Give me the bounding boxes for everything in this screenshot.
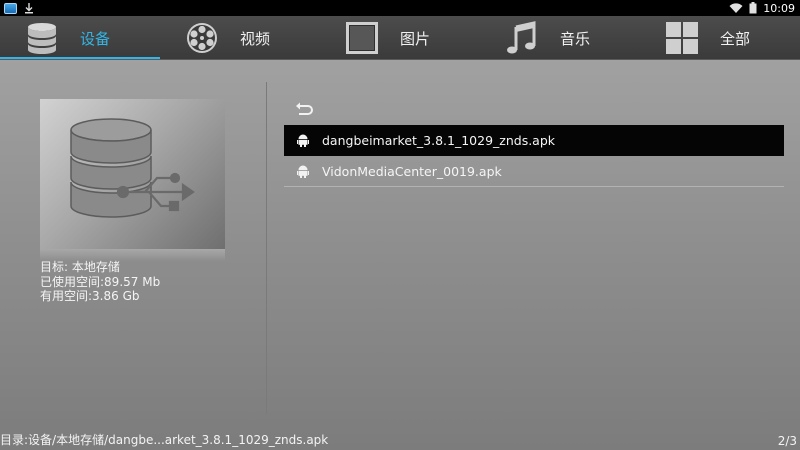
picture-frame-icon bbox=[344, 20, 380, 56]
used-space-label: 已使用空间:89.57 Mb bbox=[40, 274, 161, 289]
tab-pictures[interactable]: 图片 bbox=[320, 16, 480, 60]
tab-device[interactable]: 设备 bbox=[0, 16, 160, 60]
tab-label: 全部 bbox=[720, 29, 751, 48]
page-indicator: 2/3 bbox=[777, 434, 797, 448]
panel-divider bbox=[266, 82, 267, 414]
grid-icon bbox=[664, 20, 700, 56]
target-label: 目标: 本地存储 bbox=[40, 260, 120, 274]
tab-label: 音乐 bbox=[560, 29, 591, 48]
battery-icon bbox=[749, 2, 757, 14]
tab-label: 图片 bbox=[400, 29, 431, 48]
app-icon bbox=[4, 2, 17, 14]
category-tab-bar: 设备 视频 图片 音乐 全部 bbox=[0, 16, 800, 60]
tab-label: 设备 bbox=[80, 29, 111, 48]
status-bar: 10:09 bbox=[0, 0, 800, 16]
wifi-icon bbox=[729, 2, 743, 13]
back-arrow-icon[interactable] bbox=[295, 101, 315, 117]
download-icon bbox=[25, 2, 33, 13]
android-icon bbox=[297, 133, 309, 147]
tab-music[interactable]: 音乐 bbox=[480, 16, 640, 60]
tab-label: 视频 bbox=[240, 29, 271, 48]
file-name: VidonMediaCenter_0019.apk bbox=[322, 163, 502, 179]
usb-storage-icon bbox=[69, 118, 195, 218]
free-space-label: 有用空间:3.86 Gb bbox=[40, 289, 140, 303]
clock-time: 10:09 bbox=[763, 1, 795, 15]
device-tile bbox=[40, 99, 225, 249]
file-list: dangbeimarket_3.8.1_1029_znds.apk VidonM… bbox=[284, 125, 784, 187]
file-row[interactable]: VidonMediaCenter_0019.apk bbox=[284, 156, 784, 187]
music-note-icon bbox=[504, 20, 540, 56]
file-name: dangbeimarket_3.8.1_1029_znds.apk bbox=[322, 132, 556, 148]
current-path: 目录:设备/本地存储/dangbe...arket_3.8.1_1029_znd… bbox=[0, 433, 329, 447]
device-info: 目标: 本地存储 已使用空间:89.57 Mb 有用空间:3.86 Gb bbox=[40, 260, 160, 304]
tab-all[interactable]: 全部 bbox=[640, 16, 800, 60]
storage-icon bbox=[24, 20, 60, 56]
tab-video[interactable]: 视频 bbox=[160, 16, 320, 60]
file-row[interactable]: dangbeimarket_3.8.1_1029_znds.apk bbox=[284, 125, 784, 156]
film-reel-icon bbox=[184, 20, 220, 56]
android-icon bbox=[297, 164, 309, 178]
